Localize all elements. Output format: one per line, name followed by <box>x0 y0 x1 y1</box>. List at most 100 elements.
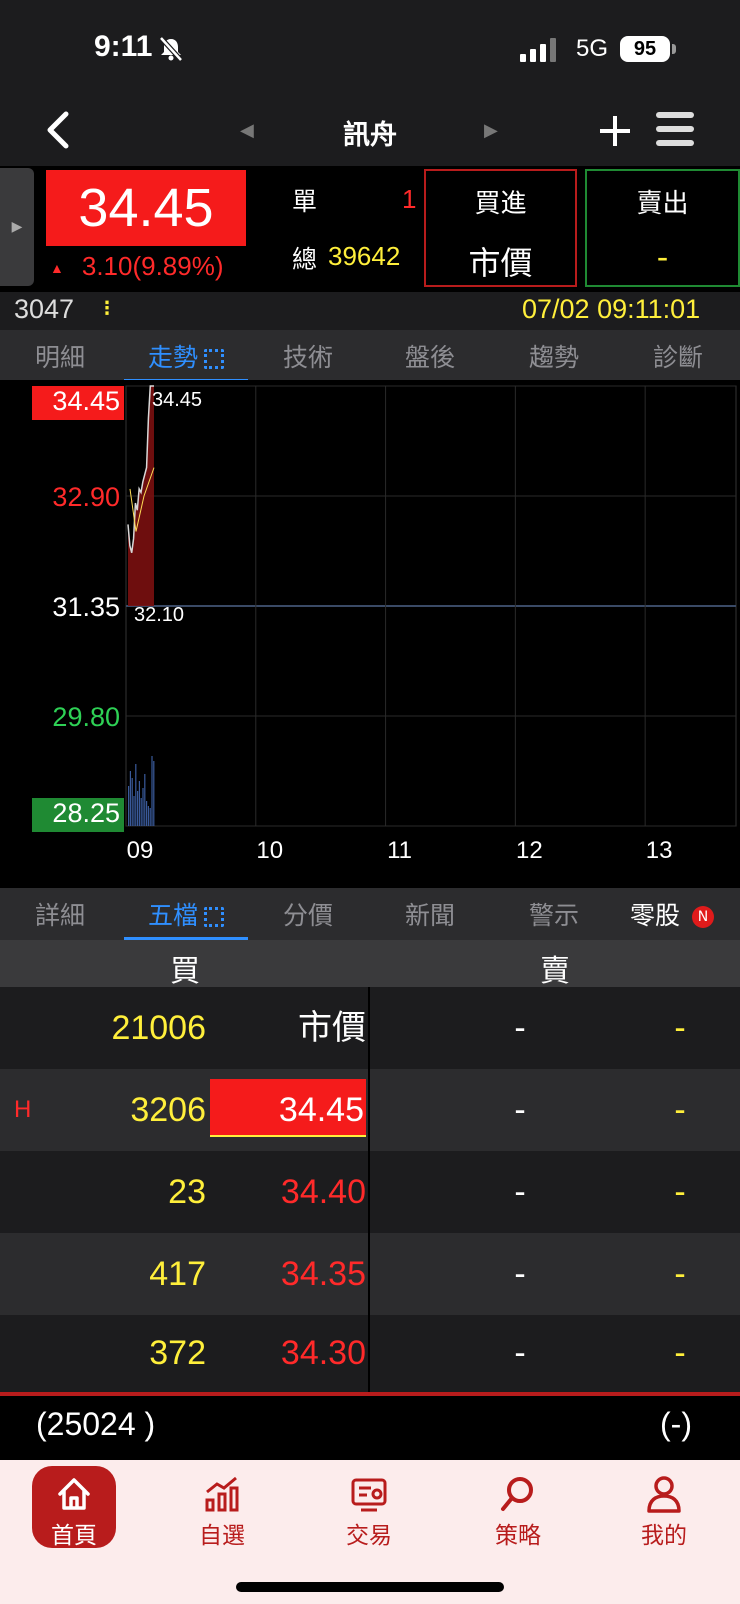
x-tick-label: 11 <box>387 837 412 864</box>
ask-price: - <box>514 1091 526 1129</box>
nav-label: 我的 <box>641 1523 687 1549</box>
status-time: 9:11 <box>94 30 153 63</box>
battery-cap <box>672 44 676 54</box>
y-tick-label: 32.90 <box>52 482 120 512</box>
more-dots-icon[interactable]: ⋮ <box>98 298 116 319</box>
nav-watchlist[interactable]: 自選 <box>177 1474 267 1550</box>
order-book-totals: (25024 ) (-) <box>0 1396 740 1460</box>
prev-stock-icon[interactable]: ◀ <box>240 120 254 141</box>
tab-label: 明細 <box>34 343 85 372</box>
new-badge: N <box>691 906 714 928</box>
x-tick-label: 10 <box>256 837 283 864</box>
volume-bar <box>131 778 133 826</box>
ask-qty: - <box>674 1173 686 1211</box>
volume-bar <box>153 761 155 826</box>
y-tick-label: 28.25 <box>52 798 120 828</box>
order-book-row[interactable]: H 3206 34.45 - - <box>0 1069 740 1151</box>
intraday-chart[interactable]: 34.45 32.90 31.35 29.80 28.25 09 10 11 12 13 34.45… <box>0 380 740 888</box>
volume-bar <box>128 786 130 826</box>
bid-qty: 3206 <box>130 1091 206 1129</box>
ask-price: - <box>514 1009 526 1047</box>
expand-icon[interactable] <box>204 349 224 369</box>
bid-qty: 417 <box>149 1255 206 1293</box>
ask-header: 賣 <box>540 954 570 989</box>
tab-five-levels[interactable]: 五檔 <box>124 896 248 932</box>
nav-trade[interactable]: 交易 <box>324 1474 414 1550</box>
volume-bar <box>137 791 139 826</box>
expand-icon[interactable] <box>204 907 224 927</box>
ask-qty: - <box>674 1255 686 1293</box>
volume-bar <box>146 801 148 826</box>
volume-bar <box>144 774 146 826</box>
buy-order-type: 市價 <box>468 244 533 282</box>
nav-label: 首頁 <box>51 1523 97 1549</box>
volume-bar <box>129 771 131 826</box>
tab-label: 技術 <box>282 343 333 372</box>
bid-price: 市價 <box>298 1009 366 1047</box>
menu-icon[interactable] <box>656 112 694 146</box>
tab-odd-lot[interactable]: 零股 N <box>612 896 732 932</box>
trade-icon <box>351 1478 387 1512</box>
tab-label: 警示 <box>528 901 579 930</box>
tab-news[interactable]: 新聞 <box>370 896 490 932</box>
ask-qty: - <box>674 1009 686 1047</box>
tab-trend[interactable]: 走勢 <box>124 338 248 374</box>
sub-tab-bar: 詳細 五檔 分價 新聞 警示 零股 N <box>0 888 740 940</box>
search-icon <box>501 1477 533 1511</box>
back-chevron-icon[interactable] <box>44 110 74 150</box>
tab-technical[interactable]: 技術 <box>248 338 368 374</box>
tab-after-hours[interactable]: 盤後 <box>370 338 490 374</box>
x-tick-label: 12 <box>516 837 543 864</box>
tab-label: 五檔 <box>147 901 198 930</box>
signal-icon <box>520 38 556 62</box>
tab-tendency[interactable]: 趨勢 <box>494 338 614 374</box>
volume-bar <box>149 808 151 826</box>
side-drawer-tab[interactable]: ▶ <box>0 168 34 286</box>
home-indicator <box>236 1582 504 1592</box>
ask-qty: - <box>674 1334 686 1372</box>
tab-label: 盤後 <box>404 343 455 372</box>
user-icon <box>647 1476 681 1513</box>
next-stock-icon[interactable]: ▶ <box>484 120 498 141</box>
ask-price: - <box>514 1173 526 1211</box>
nav-strategy[interactable]: 策略 <box>473 1474 563 1550</box>
nav-profile[interactable]: 我的 <box>619 1474 709 1550</box>
nav-home[interactable]: 首頁 <box>29 1474 119 1550</box>
stock-title: 訊舟 <box>343 120 397 151</box>
tab-diagnosis[interactable]: 診斷 <box>618 338 738 374</box>
ask-total: (-) <box>660 1406 692 1442</box>
tab-label: 新聞 <box>404 901 455 930</box>
sell-button[interactable]: 賣出 - <box>585 169 740 287</box>
volume-bar <box>142 788 144 826</box>
tab-label: 診斷 <box>652 343 703 372</box>
order-book-row[interactable]: 21006 市價 - - <box>0 987 740 1069</box>
order-book-header: 買 賣 <box>0 940 740 989</box>
order-book-row[interactable]: 372 34.30 - - <box>0 1315 740 1392</box>
ask-qty: - <box>674 1091 686 1129</box>
home-icon <box>58 1478 90 1510</box>
nav-label: 自選 <box>199 1523 245 1549</box>
bid-qty: 21006 <box>111 1009 206 1047</box>
buy-button[interactable]: 買進 市價 <box>424 169 577 287</box>
bell-muted-icon <box>159 36 183 62</box>
up-arrow-icon: ▲ <box>50 260 64 277</box>
tab-detail[interactable]: 明細 <box>0 338 120 374</box>
order-book-row[interactable]: 417 34.35 - - <box>0 1233 740 1315</box>
total-volume-label: 總 <box>292 245 318 274</box>
tab-details[interactable]: 詳細 <box>0 896 120 932</box>
x-tick-label: 13 <box>646 837 673 864</box>
order-book-row[interactable]: 23 34.40 - - <box>0 1151 740 1233</box>
bid-total: (25024 ) <box>36 1406 156 1442</box>
price-change: ▲ 3.10(9.89%) <box>50 251 224 282</box>
chart-svg: 34.45 32.90 31.35 29.80 28.25 09 10 11 12 13 34.45… <box>32 385 737 864</box>
tab-label: 零股 <box>630 901 681 930</box>
tab-alerts[interactable]: 警示 <box>494 896 614 932</box>
add-icon[interactable] <box>598 114 632 148</box>
bid-qty: 23 <box>168 1173 206 1211</box>
ask-price: - <box>514 1334 526 1372</box>
total-volume-value: 39642 <box>328 241 401 271</box>
buy-label: 買進 <box>474 189 527 219</box>
tab-price-distribution[interactable]: 分價 <box>248 896 368 932</box>
price-change-value: 3.10(9.89%) <box>81 251 224 281</box>
battery-icon: 95 <box>620 36 670 62</box>
